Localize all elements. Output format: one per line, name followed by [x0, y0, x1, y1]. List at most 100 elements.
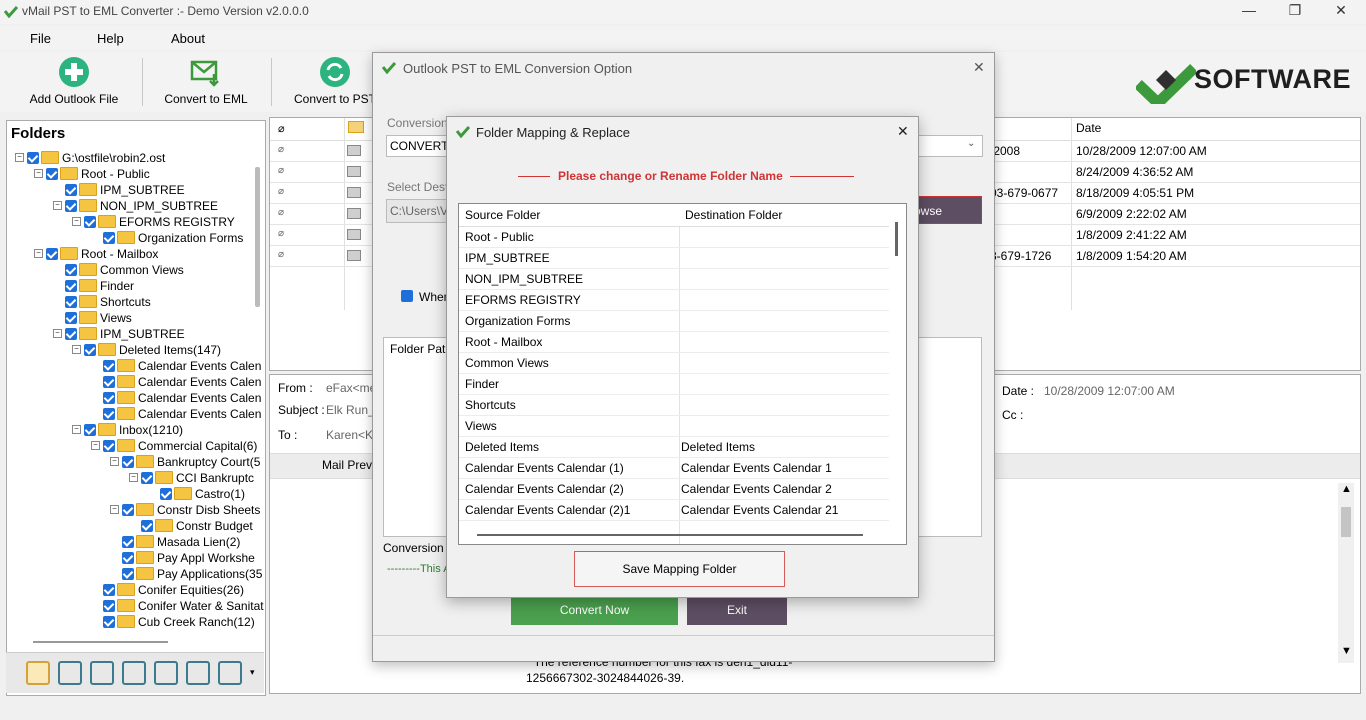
journal-view-icon[interactable]	[218, 661, 242, 685]
conversion-dialog-close[interactable]: ✕	[973, 59, 985, 76]
mapping-row[interactable]: Common Views	[459, 352, 889, 374]
folder-checkbox[interactable]	[84, 343, 96, 356]
mapping-row[interactable]: Root - Mailbox	[459, 331, 889, 353]
folder-tree-item[interactable]: Common Views	[53, 262, 184, 278]
folder-tree-item[interactable]: − IPM_SUBTREE	[53, 326, 185, 342]
folder-tree-item[interactable]: Calendar Events Calen	[91, 406, 261, 422]
folder-checkbox[interactable]	[65, 311, 77, 324]
menu-help[interactable]: Help	[97, 31, 124, 46]
tree-scrollbar[interactable]	[255, 167, 260, 307]
folder-tree-item[interactable]: − Root - Mailbox	[34, 246, 158, 262]
folder-tree-item[interactable]: Pay Appl Workshe	[110, 550, 255, 566]
folder-checkbox[interactable]	[122, 455, 134, 468]
preview-scrollbar[interactable]: ▲ ▼	[1338, 483, 1354, 663]
destination-folder-cell[interactable]: Deleted Items	[681, 440, 755, 454]
folder-tree-item[interactable]: Finder	[53, 278, 134, 294]
scroll-up-icon[interactable]: ▲	[1341, 483, 1352, 495]
folder-view-icon[interactable]	[26, 661, 50, 685]
folder-checkbox[interactable]	[65, 295, 77, 308]
folder-checkbox[interactable]	[65, 279, 77, 292]
folder-checkbox[interactable]	[103, 407, 115, 420]
tree-expander-icon[interactable]: −	[72, 217, 81, 227]
tree-expander-icon[interactable]: −	[91, 441, 100, 451]
folder-checkbox[interactable]	[65, 263, 77, 276]
folder-checkbox[interactable]	[84, 215, 96, 228]
notes-view-icon[interactable]	[186, 661, 210, 685]
folder-tree-item[interactable]: Calendar Events Calen	[91, 390, 261, 406]
mail-view-icon[interactable]	[58, 661, 82, 685]
folder-checkbox[interactable]	[46, 167, 58, 180]
tree-expander-icon[interactable]: −	[129, 473, 138, 483]
folder-tree-item[interactable]: Views	[53, 310, 132, 326]
folder-checkbox[interactable]	[46, 247, 58, 260]
grid-h-scroll-thumb[interactable]	[477, 534, 863, 536]
save-mapping-button[interactable]: Save Mapping Folder	[574, 551, 785, 587]
folder-tree-item[interactable]: Shortcuts	[53, 294, 151, 310]
folder-tree-item[interactable]: Organization Forms	[91, 230, 243, 246]
mapping-row[interactable]: Calendar Events Calendar (2) Calendar Eve…	[459, 478, 889, 500]
folder-checkbox[interactable]	[103, 583, 115, 596]
more-views-icon[interactable]: ▾	[250, 667, 255, 678]
folder-checkbox[interactable]	[103, 391, 115, 404]
folder-checkbox[interactable]	[27, 151, 39, 164]
mapping-row[interactable]: Root - Public	[459, 226, 889, 248]
tree-expander-icon[interactable]: −	[53, 329, 62, 339]
folder-checkbox[interactable]	[65, 183, 77, 196]
folder-tree-item[interactable]: − Bankruptcy Court(5	[110, 454, 260, 470]
folder-checkbox[interactable]	[141, 519, 153, 532]
mapping-row[interactable]: Shortcuts	[459, 394, 889, 416]
destination-folder-cell[interactable]: Calendar Events Calendar 21	[681, 503, 838, 517]
tree-expander-icon[interactable]: −	[34, 169, 43, 179]
menu-file[interactable]: File	[30, 31, 51, 46]
mapping-row[interactable]: Finder	[459, 373, 889, 395]
mapping-row[interactable]: Calendar Events Calendar (2)1 Calendar Ev…	[459, 499, 889, 521]
tree-expander-icon[interactable]: −	[53, 201, 62, 211]
folder-checkbox[interactable]	[84, 423, 96, 436]
tree-expander-icon[interactable]: −	[15, 153, 24, 163]
folder-tree-item[interactable]: − G:\ostfile\robin2.ost	[15, 150, 165, 166]
folder-tree-item[interactable]: − Root - Public	[34, 166, 150, 182]
folder-tree-item[interactable]: − Constr Disb Sheets	[110, 502, 260, 518]
folder-checkbox[interactable]	[103, 615, 115, 628]
folder-checkbox[interactable]	[65, 327, 77, 340]
folder-tree-item[interactable]: Cub Creek Ranch(12)	[91, 614, 255, 630]
folder-checkbox[interactable]	[65, 199, 77, 212]
mapping-dialog-close[interactable]: ✕	[897, 123, 909, 140]
convert-to-eml-button[interactable]: Convert to EML	[160, 56, 252, 106]
date-column-header[interactable]: Date	[1076, 121, 1101, 135]
mapping-row[interactable]: Views	[459, 415, 889, 437]
destination-folder-cell[interactable]: Calendar Events Calendar 2	[681, 482, 832, 496]
folder-checkbox[interactable]	[103, 375, 115, 388]
tree-expander-icon[interactable]: −	[72, 425, 81, 435]
folder-tree-item[interactable]: − Inbox(1210)	[72, 422, 183, 438]
folder-tree-item[interactable]: Calendar Events Calen	[91, 374, 261, 390]
tree-expander-icon[interactable]: −	[34, 249, 43, 259]
tree-expander-icon[interactable]: −	[110, 457, 119, 467]
mapping-row[interactable]: IPM_SUBTREE	[459, 247, 889, 269]
convert-now-button[interactable]: Convert Now	[511, 596, 678, 625]
folder-checkbox[interactable]	[160, 487, 172, 500]
folder-checkbox[interactable]	[103, 231, 115, 244]
scroll-thumb[interactable]	[1341, 507, 1351, 537]
folder-checkbox[interactable]	[103, 359, 115, 372]
minimize-button[interactable]: —	[1234, 2, 1264, 22]
menu-about[interactable]: About	[171, 31, 205, 46]
convert-to-pst-button[interactable]: Convert to PST	[290, 56, 380, 106]
scroll-down-icon[interactable]: ▼	[1341, 645, 1352, 657]
folder-checkbox[interactable]	[103, 599, 115, 612]
folder-tree-item[interactable]: − EFORMS REGISTRY	[72, 214, 235, 230]
folder-tree-item[interactable]: Pay Applications(35	[110, 566, 262, 582]
folder-checkbox[interactable]	[122, 535, 134, 548]
folder-checkbox[interactable]	[103, 439, 115, 452]
folder-tree-item[interactable]: − Deleted Items(147)	[72, 342, 221, 358]
contacts-view-icon[interactable]	[90, 661, 114, 685]
grid-v-scroll-thumb[interactable]	[895, 222, 898, 256]
folder-tree-item[interactable]: Conifer Equities(26)	[91, 582, 244, 598]
folder-tree-item[interactable]: − Commercial Capital(6)	[91, 438, 257, 454]
tree-expander-icon[interactable]: −	[72, 345, 81, 355]
tasks-view-icon[interactable]	[154, 661, 178, 685]
mapping-row[interactable]: EFORMS REGISTRY	[459, 289, 889, 311]
mapping-row[interactable]: Calendar Events Calendar (1) Calendar Eve…	[459, 457, 889, 479]
add-outlook-file-button[interactable]: Add Outlook File	[24, 56, 124, 106]
restore-button[interactable]: ❐	[1280, 2, 1310, 22]
